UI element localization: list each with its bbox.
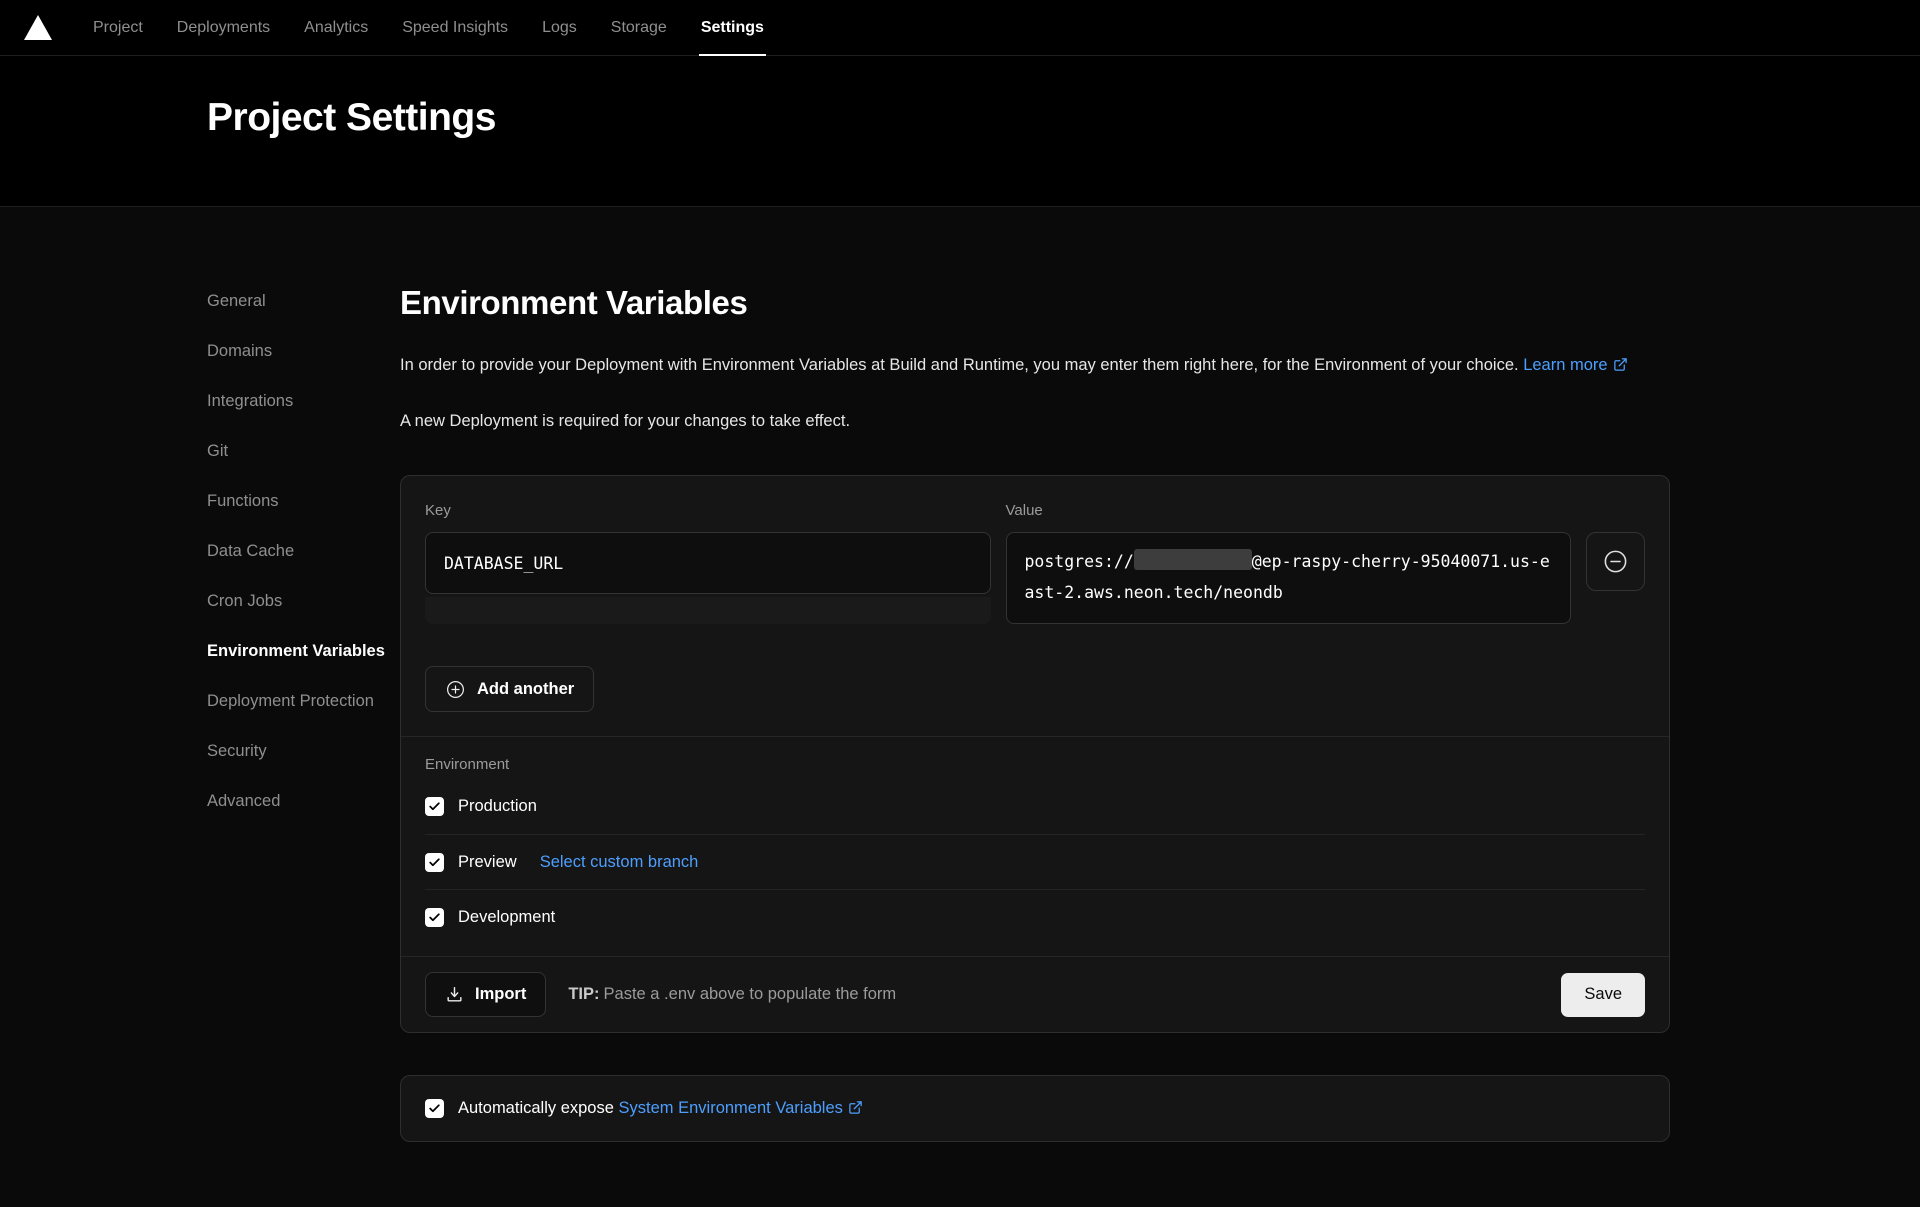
nav-tab-deployments[interactable]: Deployments: [160, 0, 287, 55]
minus-circle-icon: [1602, 548, 1629, 575]
sidebar-item-git[interactable]: Git: [207, 442, 228, 461]
value-prefix: postgres://: [1025, 552, 1134, 571]
add-another-button[interactable]: Add another: [425, 666, 594, 712]
sidebar-item-integrations[interactable]: Integrations: [207, 392, 293, 411]
production-label: Production: [458, 797, 537, 816]
import-label: Import: [475, 985, 526, 1004]
learn-more-label: Learn more: [1523, 356, 1607, 374]
sidebar-item-security[interactable]: Security: [207, 742, 267, 761]
sidebar-item-cron-jobs[interactable]: Cron Jobs: [207, 592, 282, 611]
save-button[interactable]: Save: [1561, 973, 1645, 1017]
tip-prefix: TIP:: [568, 985, 599, 1003]
environment-row-development: Development: [425, 889, 1645, 944]
tip-body: Paste a .env above to populate the form: [604, 985, 897, 1003]
key-input[interactable]: [425, 532, 991, 594]
sidebar-item-deployment-protection[interactable]: Deployment Protection: [207, 692, 374, 711]
nav-tab-logs[interactable]: Logs: [525, 0, 594, 55]
vercel-logo[interactable]: [24, 15, 68, 40]
nav-tab-project[interactable]: Project: [76, 0, 160, 55]
environment-row-production: Production: [425, 779, 1645, 834]
check-icon: [428, 911, 441, 924]
learn-more-link[interactable]: Learn more: [1523, 356, 1627, 374]
key-value-section: Key Value postgres://@ep-raspy-cherry-95…: [401, 476, 1669, 736]
development-checkbox[interactable]: [425, 908, 444, 927]
nav-tabs: Project Deployments Analytics Speed Insi…: [76, 0, 781, 55]
environment-section: Environment Production Preview Select cu…: [401, 737, 1669, 956]
download-icon: [445, 985, 464, 1004]
nav-tab-storage[interactable]: Storage: [594, 0, 684, 55]
value-label: Value: [1006, 502, 1572, 519]
redacted-credentials: [1134, 549, 1252, 570]
nav-tab-speed-insights[interactable]: Speed Insights: [385, 0, 525, 55]
page-header: Project Settings: [0, 56, 1920, 207]
auto-expose-text: Automatically expose System Environment …: [458, 1099, 863, 1118]
value-input[interactable]: postgres://@ep-raspy-cherry-95040071.us-…: [1006, 532, 1572, 624]
select-custom-branch-link[interactable]: Select custom branch: [540, 853, 699, 872]
section-title: Environment Variables: [400, 284, 1670, 322]
key-label: Key: [425, 502, 991, 519]
section-description: In order to provide your Deployment with…: [400, 349, 1670, 381]
description-text: In order to provide your Deployment with…: [400, 356, 1519, 374]
environment-variables-panel: Environment Variables In order to provid…: [400, 207, 1670, 1207]
external-link-icon: [848, 1100, 863, 1115]
vercel-triangle-icon: [24, 15, 52, 40]
page-title: Project Settings: [207, 96, 1920, 140]
card-footer: Import TIP: Paste a .env above to populat…: [401, 956, 1669, 1032]
key-input-underpanel: [425, 597, 991, 624]
check-icon: [428, 1102, 441, 1115]
settings-sidebar: General Domains Integrations Git Functio…: [0, 207, 400, 1207]
environment-row-preview: Preview Select custom branch: [425, 834, 1645, 889]
deployment-note: A new Deployment is required for your ch…: [400, 412, 1670, 431]
import-tip: TIP: Paste a .env above to populate the f…: [568, 985, 896, 1004]
sidebar-item-domains[interactable]: Domains: [207, 342, 272, 361]
auto-expose-checkbox[interactable]: [425, 1099, 444, 1118]
sidebar-item-general[interactable]: General: [207, 292, 266, 311]
sidebar-item-functions[interactable]: Functions: [207, 492, 279, 511]
add-another-label: Add another: [477, 680, 574, 699]
development-label: Development: [458, 908, 555, 927]
sidebar-item-advanced[interactable]: Advanced: [207, 792, 280, 811]
production-checkbox[interactable]: [425, 797, 444, 816]
system-env-variables-label: System Environment Variables: [619, 1099, 843, 1117]
nav-tab-settings[interactable]: Settings: [684, 0, 781, 55]
top-navigation: Project Deployments Analytics Speed Insi…: [0, 0, 1920, 56]
sidebar-item-environment-variables[interactable]: Environment Variables: [207, 642, 385, 661]
preview-label: Preview: [458, 853, 517, 872]
check-icon: [428, 856, 441, 869]
environment-heading: Environment: [425, 756, 1645, 773]
remove-row-button[interactable]: [1586, 532, 1645, 591]
content-area: General Domains Integrations Git Functio…: [0, 207, 1920, 1207]
environment-variables-card: Key Value postgres://@ep-raspy-cherry-95…: [400, 475, 1670, 1033]
import-button[interactable]: Import: [425, 972, 546, 1017]
system-env-variables-link[interactable]: System Environment Variables: [619, 1099, 863, 1117]
auto-expose-card: Automatically expose System Environment …: [400, 1075, 1670, 1142]
preview-checkbox[interactable]: [425, 853, 444, 872]
check-icon: [428, 800, 441, 813]
auto-expose-label: Automatically expose: [458, 1099, 614, 1117]
external-link-icon: [1613, 357, 1628, 372]
plus-circle-icon: [445, 679, 466, 700]
sidebar-item-data-cache[interactable]: Data Cache: [207, 542, 294, 561]
nav-tab-analytics[interactable]: Analytics: [287, 0, 385, 55]
